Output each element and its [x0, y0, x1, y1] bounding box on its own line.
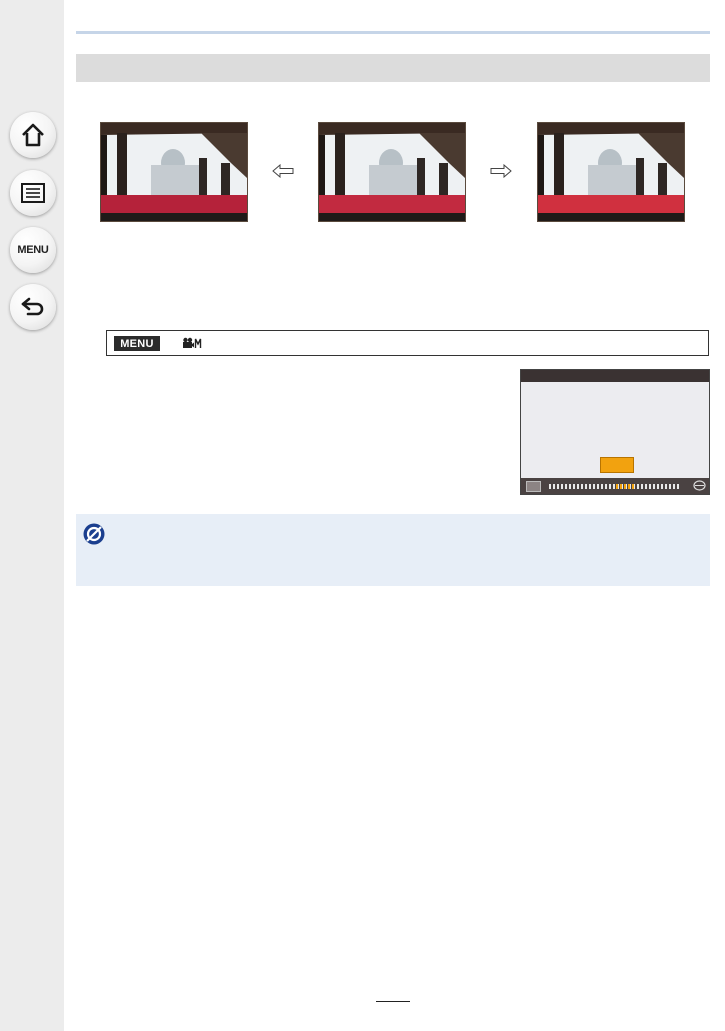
menu-button[interactable]: MENU — [10, 227, 56, 273]
camera-screen-title-bar — [521, 370, 709, 382]
camera-screen-control-bar — [521, 478, 709, 494]
venice-scene-image — [101, 123, 247, 221]
camera-screen-illustration — [520, 369, 710, 495]
page-number-rule — [376, 1001, 410, 1002]
note-box — [76, 514, 710, 586]
menu-chip: MENU — [114, 336, 160, 351]
top-rule — [76, 31, 710, 34]
menu-path-box: MENU — [106, 330, 709, 356]
motion-picture-manual-icon — [183, 337, 202, 348]
adjustment-scale-active — [616, 484, 634, 489]
dial-icon — [693, 480, 706, 491]
left-outline-arrow-icon — [272, 164, 294, 178]
list-icon — [21, 183, 45, 203]
home-button[interactable] — [10, 112, 56, 158]
venice-scene-image — [538, 123, 684, 221]
example-image-high — [537, 122, 685, 222]
menu-label: MENU — [17, 244, 49, 256]
prohibition-icon — [83, 523, 105, 545]
adjustment-scale — [549, 484, 681, 489]
home-icon — [22, 123, 44, 147]
return-arrow-icon — [21, 297, 44, 316]
back-button[interactable] — [10, 284, 56, 330]
sidebar: MENU — [0, 0, 64, 1031]
venice-scene-image — [319, 123, 465, 221]
contents-button[interactable] — [10, 170, 56, 216]
selected-value-highlight — [600, 457, 634, 473]
example-image-standard — [318, 122, 466, 222]
right-outline-arrow-icon — [490, 164, 512, 178]
example-image-low — [100, 122, 248, 222]
section-heading-bar — [76, 54, 710, 82]
camera-button-icon — [526, 481, 541, 492]
